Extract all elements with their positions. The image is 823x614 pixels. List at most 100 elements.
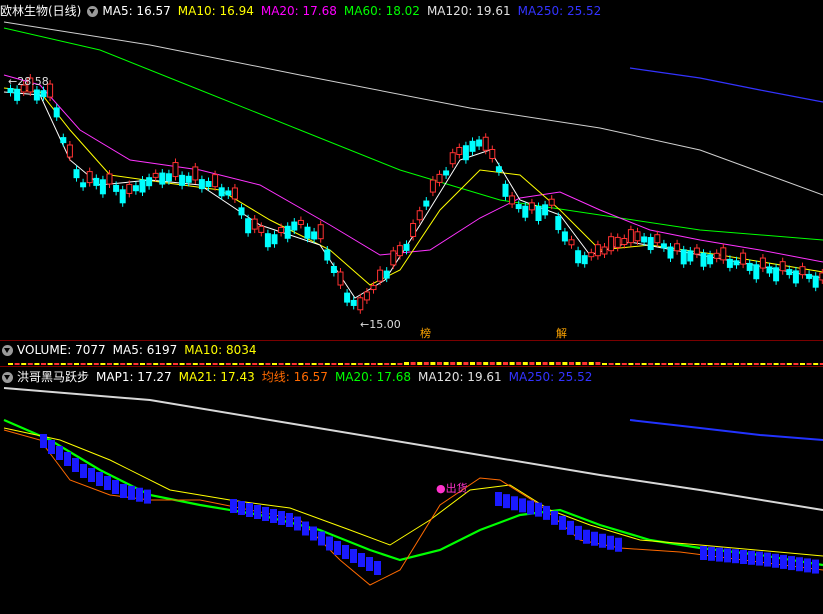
volume-panel-header: VOLUME: 7077 MA5: 6197 MA10: 8034 [0, 342, 263, 358]
candlestick [73, 169, 80, 179]
bear-block [104, 476, 111, 490]
candlestick [423, 200, 430, 207]
collapse-icon[interactable] [2, 344, 13, 356]
volume-bar [60, 363, 66, 365]
candlestick [205, 180, 212, 187]
candlestick [403, 243, 410, 251]
indicator-legend: MA250: 25.52 [508, 370, 593, 384]
candlestick [93, 177, 100, 186]
candlestick [627, 229, 634, 244]
candlestick [291, 221, 298, 231]
volume-bar [324, 363, 330, 365]
bear-block [342, 545, 349, 559]
ind-avg-line [3, 429, 823, 586]
candlestick [502, 183, 509, 197]
stock-name: 欧林生物(日线) [0, 4, 82, 18]
collapse-icon[interactable] [87, 5, 99, 17]
volume-bar [140, 363, 145, 365]
volume-bar [27, 363, 33, 365]
bear-block [543, 505, 550, 520]
candlestick [779, 261, 786, 272]
candlestick [99, 179, 106, 195]
volume-bar [311, 363, 317, 365]
candlestick [647, 237, 654, 251]
volume-bar [212, 363, 218, 365]
candlestick [581, 255, 588, 265]
volume-bar [206, 363, 211, 365]
bear-block [270, 509, 277, 523]
volume-bar [113, 363, 119, 365]
event-marker-bang[interactable]: 榜 [420, 325, 431, 341]
ma120-line [3, 21, 823, 196]
candlestick [278, 226, 285, 233]
candlestick [621, 237, 628, 245]
bear-block [551, 510, 558, 525]
candlestick [218, 187, 225, 197]
volume-bar [780, 363, 786, 365]
volume-bar [67, 363, 73, 365]
collapse-icon[interactable] [2, 371, 13, 383]
candlestick [806, 273, 813, 279]
bear-block [764, 552, 771, 567]
volume-bar [397, 363, 403, 365]
volume-bar [635, 363, 640, 365]
volume-bar [681, 363, 687, 365]
bear-block [80, 464, 87, 478]
bear-block [519, 498, 526, 513]
volume-bar [747, 363, 753, 365]
candlestick [713, 252, 720, 259]
bear-block [334, 541, 341, 555]
volume-bar [674, 363, 680, 365]
candlestick [146, 177, 153, 187]
indicator-panel-header: 洪哥黑马跃步 MAP1: 17.27 MA21: 17.43 均线: 16.57… [0, 369, 599, 385]
candlestick [363, 291, 370, 301]
candlestick [759, 257, 766, 269]
bear-block [318, 531, 325, 546]
indicator-legend: MA21: 17.43 [178, 370, 255, 384]
candlestick [264, 233, 271, 248]
volume-bar [34, 363, 40, 365]
candlestick [700, 252, 707, 267]
candlestick [33, 89, 40, 101]
volume-bar [476, 362, 482, 365]
bear-block [708, 546, 715, 561]
volume-legend: MA5: 6197 [112, 343, 178, 357]
bear-block [246, 503, 253, 517]
bear-block [230, 499, 237, 513]
volume-bar [377, 363, 383, 365]
candlestick [238, 207, 245, 216]
candlestick [522, 205, 529, 218]
volume-bar [503, 362, 508, 365]
volume-bar [470, 362, 475, 365]
bear-block [780, 554, 787, 569]
ma250-line [629, 67, 823, 103]
indicator-name: 洪哥黑马跃步 [17, 370, 90, 384]
candlestick [601, 246, 608, 255]
volume-bar [272, 363, 277, 365]
volume-bar [133, 363, 139, 365]
bear-block [136, 487, 143, 502]
candlestick [245, 218, 252, 234]
volume-bar [522, 362, 528, 365]
volume-bar [159, 363, 165, 365]
bear-block [804, 558, 811, 573]
event-marker-jie[interactable]: 解 [556, 325, 567, 341]
bear-block [615, 537, 622, 552]
candlestick [548, 198, 555, 206]
candlestick [535, 206, 542, 221]
volume-bar [740, 363, 746, 365]
candlestick [429, 179, 436, 193]
candlestick [720, 247, 727, 261]
ma-legend: MA60: 18.02 [343, 4, 420, 18]
volume-bar [126, 363, 132, 365]
volume-bar [245, 363, 251, 365]
volume-bar [107, 363, 112, 365]
candlestick [344, 292, 351, 303]
chart-canvas[interactable] [0, 0, 823, 614]
candlestick [614, 236, 621, 248]
candlestick [132, 185, 139, 192]
candlestick [654, 234, 661, 244]
volume-bar [219, 363, 225, 365]
candlestick [786, 269, 793, 276]
ma5-line [3, 91, 823, 299]
